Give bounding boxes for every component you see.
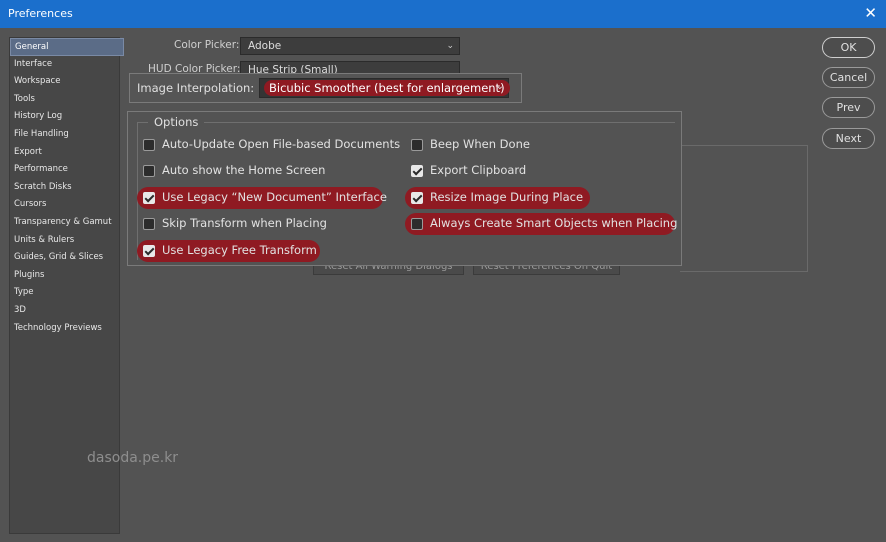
option-use-legacy-free-transform[interactable]: Use Legacy Free Transform xyxy=(137,240,320,262)
checkbox[interactable] xyxy=(411,218,423,230)
options-background-frame xyxy=(680,145,808,272)
color-picker-label: Color Picker: xyxy=(174,39,240,51)
checkbox[interactable] xyxy=(143,165,155,177)
sidebar-item-export[interactable]: Export xyxy=(10,144,119,162)
sidebar-item-performance[interactable]: Performance xyxy=(10,161,119,179)
checkbox-checked[interactable] xyxy=(143,192,155,204)
option-label: Always Create Smart Objects when Placing xyxy=(430,216,678,230)
checkbox[interactable] xyxy=(143,218,155,230)
image-interpolation-label: Image Interpolation: xyxy=(137,81,255,95)
option-label: Use Legacy Free Transform xyxy=(162,243,317,257)
sidebar-item-technology-previews[interactable]: Technology Previews xyxy=(10,320,119,338)
option-use-legacy-new-document[interactable]: Use Legacy “New Document” Interface xyxy=(137,187,387,209)
sidebar-item-guides-grid-slices[interactable]: Guides, Grid & Slices xyxy=(10,249,119,267)
checkbox-checked[interactable] xyxy=(411,192,423,204)
image-interpolation-panel: Image Interpolation: Bicubic Smoother (b… xyxy=(129,73,522,103)
option-export-clipboard[interactable]: Export Clipboard xyxy=(405,160,535,182)
sidebar-item-workspace[interactable]: Workspace xyxy=(10,73,119,91)
option-auto-update-documents[interactable]: Auto-Update Open File-based Documents xyxy=(137,134,402,156)
option-beep-when-done[interactable]: Beep When Done xyxy=(405,134,535,156)
chevron-down-icon: ⌄ xyxy=(495,81,504,92)
sidebar-item-transparency-gamut[interactable]: Transparency & Gamut xyxy=(10,214,119,232)
sidebar-item-type[interactable]: Type xyxy=(10,284,119,302)
option-skip-transform[interactable]: Skip Transform when Placing xyxy=(137,213,337,235)
options-title: Options xyxy=(148,115,205,129)
checkbox-checked[interactable] xyxy=(411,165,423,177)
option-label: Skip Transform when Placing xyxy=(162,216,327,230)
checkbox[interactable] xyxy=(143,139,155,151)
next-button[interactable]: Next xyxy=(822,128,875,149)
close-icon[interactable]: ✕ xyxy=(864,4,877,22)
option-label: Auto show the Home Screen xyxy=(162,163,326,177)
sidebar-item-plugins[interactable]: Plugins xyxy=(10,267,119,285)
sidebar-item-interface[interactable]: Interface xyxy=(10,56,119,74)
sidebar-item-file-handling[interactable]: File Handling xyxy=(10,126,119,144)
prev-button[interactable]: Prev xyxy=(822,97,875,118)
watermark-text: dasoda.pe.kr xyxy=(87,450,179,466)
window-title: Preferences xyxy=(8,7,73,20)
sidebar-item-general[interactable]: General xyxy=(10,38,124,56)
cancel-button[interactable]: Cancel xyxy=(822,67,875,88)
sidebar-item-scratch-disks[interactable]: Scratch Disks xyxy=(10,179,119,197)
option-label: Use Legacy “New Document” Interface xyxy=(162,190,387,204)
checkbox-checked[interactable] xyxy=(143,245,155,257)
preferences-dialog: General Interface Workspace Tools Histor… xyxy=(0,28,886,542)
option-label: Resize Image During Place xyxy=(430,190,584,204)
sidebar-item-3d[interactable]: 3D xyxy=(10,302,119,320)
sidebar-item-tools[interactable]: Tools xyxy=(10,91,119,109)
chevron-down-icon: ⌄ xyxy=(446,41,454,51)
color-picker-value: Adobe xyxy=(248,40,282,52)
option-label: Export Clipboard xyxy=(430,163,527,177)
option-always-create-smart-objects[interactable]: Always Create Smart Objects when Placing xyxy=(405,213,678,235)
sidebar-item-history-log[interactable]: History Log xyxy=(10,108,119,126)
image-interpolation-select[interactable]: Bicubic Smoother (best for enlargement) … xyxy=(259,78,510,98)
sidebar-item-cursors[interactable]: Cursors xyxy=(10,196,119,214)
option-resize-image-during-place[interactable]: Resize Image During Place xyxy=(405,187,590,209)
ok-button[interactable]: OK xyxy=(822,37,875,58)
image-interpolation-value: Bicubic Smoother (best for enlargement) xyxy=(264,80,510,96)
sidebar-item-units-rulers[interactable]: Units & Rulers xyxy=(10,232,119,250)
title-bar: Preferences ✕ xyxy=(0,0,886,28)
options-panel: Options Auto-Update Open File-based Docu… xyxy=(127,111,682,266)
option-label: Auto-Update Open File-based Documents xyxy=(162,137,401,151)
checkbox[interactable] xyxy=(411,139,423,151)
option-label: Beep When Done xyxy=(430,137,530,151)
color-picker-select[interactable]: Adobe ⌄ xyxy=(240,37,460,55)
option-auto-show-home-screen[interactable]: Auto show the Home Screen xyxy=(137,160,337,182)
